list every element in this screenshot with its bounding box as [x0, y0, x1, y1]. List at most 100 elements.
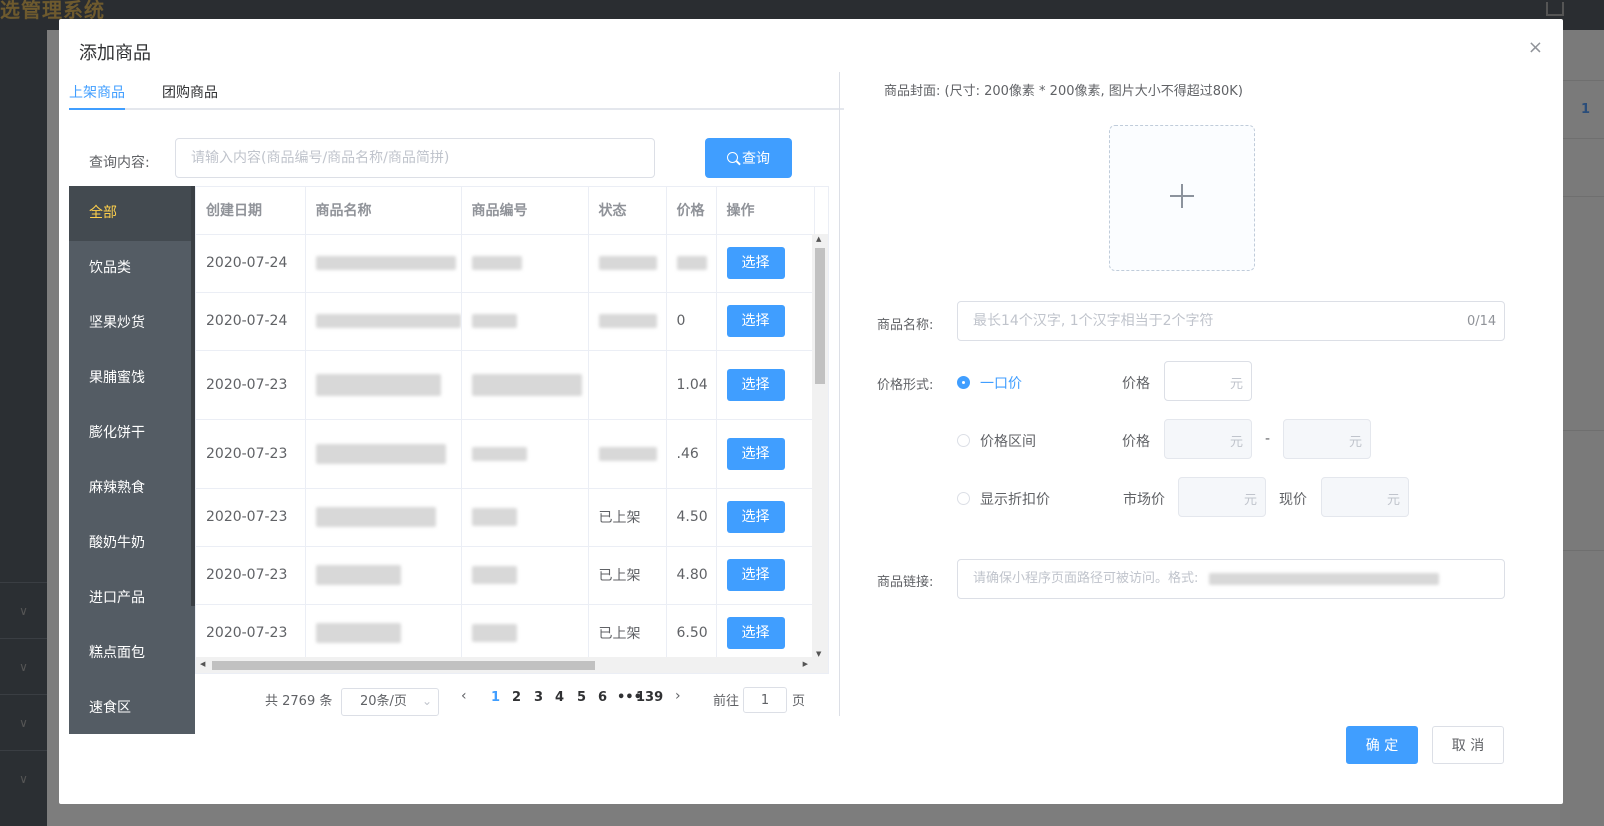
bell-icon[interactable]	[1546, 2, 1564, 16]
category-item[interactable]: 饮品类	[69, 241, 195, 296]
product-name-input[interactable]	[957, 301, 1505, 341]
unit-label: 元	[1243, 493, 1257, 508]
cell-date: 2020-07-23	[196, 604, 306, 663]
radio-discount-price[interactable]	[957, 492, 970, 505]
search-button[interactable]: 查询	[705, 138, 792, 178]
current-price-input[interactable]: 元	[1321, 477, 1409, 517]
cell-date: 2020-07-24	[196, 292, 306, 351]
table-horizontal-scrollbar[interactable]: ◀ ▶	[196, 657, 828, 673]
select-button[interactable]: 选择	[726, 559, 785, 591]
cancel-button[interactable]: 取 消	[1432, 726, 1504, 764]
select-button[interactable]: 选择	[726, 305, 785, 337]
page-number[interactable]: 1	[491, 690, 500, 705]
page-number[interactable]: 6	[598, 690, 607, 705]
category-item-all[interactable]: 全部	[69, 186, 195, 241]
page-size-select[interactable]: 20条/页 ⌄	[341, 688, 439, 716]
cell-action: 选择	[716, 546, 815, 605]
column-header-price: 价格	[666, 187, 717, 235]
app-sidebar: ∨ ∨ ∨ ∨	[0, 30, 47, 826]
unit-label: 元	[1386, 493, 1400, 508]
sidebar-row[interactable]: ∨	[0, 694, 47, 750]
table-row: 2020-07-23 1.04 选择	[196, 350, 828, 420]
pagination: 共 2769 条 20条/页 ⌄ ‹ 1 2 3 4 5 6 ••• 139 ›…	[195, 674, 829, 734]
category-item[interactable]: 果脯蜜饯	[69, 351, 195, 406]
category-item[interactable]: 酸奶牛奶	[69, 516, 195, 571]
product-link-input[interactable]: 请确保小程序页面路径可被访问。格式:	[957, 559, 1505, 599]
cell-code-redacted	[461, 292, 589, 351]
select-button[interactable]: 选择	[726, 617, 785, 649]
radio-fixed-price-label[interactable]: 一口价	[980, 373, 1022, 393]
category-item[interactable]: 进口产品	[69, 571, 195, 626]
select-button[interactable]: 选择	[726, 501, 785, 533]
name-label: 商品名称:	[877, 318, 934, 333]
page-number[interactable]: 5	[577, 690, 586, 705]
link-placeholder: 请确保小程序页面路径可被访问。格式:	[973, 571, 1199, 586]
search-input[interactable]	[175, 138, 655, 178]
category-item[interactable]: 糕点面包	[69, 626, 195, 681]
fixed-price-input[interactable]: 元	[1164, 361, 1252, 401]
category-item[interactable]: 膨化饼干	[69, 406, 195, 461]
tab-group-products[interactable]: 团购商品	[162, 82, 218, 102]
table-row: 2020-07-24 0 选择	[196, 292, 828, 351]
page-number[interactable]: 139	[636, 690, 663, 705]
current-price-label: 现价	[1279, 492, 1307, 508]
tab-listed-products[interactable]: 上架商品	[69, 82, 125, 102]
cover-label: 商品封面: (尺寸: 200像素 * 200像素, 图片大小不得超过80K)	[884, 84, 1243, 99]
cell-date: 2020-07-23	[196, 546, 306, 605]
search-icon	[727, 151, 738, 163]
table-header-row: 创建日期 商品名称 商品编号 状态 价格 操作	[196, 187, 828, 235]
scroll-right-icon[interactable]: ▶	[803, 660, 808, 668]
radio-price-range[interactable]	[957, 434, 970, 447]
market-price-input[interactable]: 元	[1178, 477, 1266, 517]
radio-discount-price-label[interactable]: 显示折扣价	[980, 489, 1050, 509]
cell-status: 已上架	[588, 546, 667, 605]
cell-status	[588, 419, 667, 489]
close-icon[interactable]: ×	[1528, 37, 1543, 58]
unit-label: 元	[1348, 435, 1362, 450]
confirm-button[interactable]: 确 定	[1346, 726, 1418, 764]
scroll-up-icon[interactable]: ▲	[816, 235, 821, 243]
price-mode-label: 价格形式:	[877, 378, 934, 393]
radio-fixed-price[interactable]	[957, 376, 970, 389]
table-vertical-scrollbar[interactable]: ▲ ▼	[812, 234, 828, 659]
vertical-scroll-thumb[interactable]	[815, 248, 825, 384]
range-max-input[interactable]: 元	[1283, 419, 1371, 459]
column-header-action: 操作	[716, 187, 815, 235]
category-item[interactable]: 坚果炒货	[69, 296, 195, 351]
search-label: 查询内容:	[89, 155, 150, 171]
horizontal-scroll-thumb[interactable]	[212, 661, 595, 670]
price-label: 价格	[1122, 376, 1150, 392]
goto-page-input[interactable]	[743, 687, 787, 713]
table-row: 2020-07-23 已上架 4.80 选择	[196, 546, 828, 605]
add-product-dialog: 添加商品 × 上架商品 团购商品 查询内容: 查询 全部 饮品类 坚果炒货 果脯…	[59, 19, 1563, 804]
page-size-value: 20条/页	[360, 694, 407, 709]
table-row: 2020-07-24 选择	[196, 234, 828, 293]
category-item[interactable]: 速食区	[69, 681, 195, 734]
category-item[interactable]: 麻辣熟食	[69, 461, 195, 516]
sidebar-row[interactable]: ∨	[0, 750, 47, 806]
cell-status: 已上架	[588, 488, 667, 547]
scroll-left-icon[interactable]: ◀	[200, 660, 205, 668]
select-button[interactable]: 选择	[726, 247, 785, 279]
table-row: 2020-07-23 已上架 4.50 选择	[196, 488, 828, 547]
next-page-icon[interactable]: ›	[675, 688, 681, 704]
cell-status	[588, 350, 667, 420]
cell-action: 选择	[716, 292, 815, 351]
range-min-input[interactable]: 元	[1164, 419, 1252, 459]
sidebar-row[interactable]: ∨	[0, 582, 47, 638]
radio-price-range-label[interactable]: 价格区间	[980, 431, 1036, 451]
plus-icon	[1170, 184, 1194, 208]
cover-upload[interactable]	[1109, 125, 1255, 271]
cell-price: 4.50	[666, 488, 717, 547]
link-format-redacted	[1208, 572, 1439, 585]
page-number[interactable]: 2	[512, 690, 521, 705]
sidebar-row[interactable]: ∨	[0, 638, 47, 694]
table-row: 2020-07-23 已上架 6.50 选择	[196, 604, 828, 663]
cell-name-redacted	[305, 292, 462, 351]
select-button[interactable]: 选择	[726, 437, 785, 470]
page-number[interactable]: 3	[534, 690, 543, 705]
select-button[interactable]: 选择	[726, 368, 785, 401]
prev-page-icon[interactable]: ‹	[461, 688, 467, 704]
cell-code-redacted	[461, 419, 589, 489]
page-number[interactable]: 4	[555, 690, 564, 705]
